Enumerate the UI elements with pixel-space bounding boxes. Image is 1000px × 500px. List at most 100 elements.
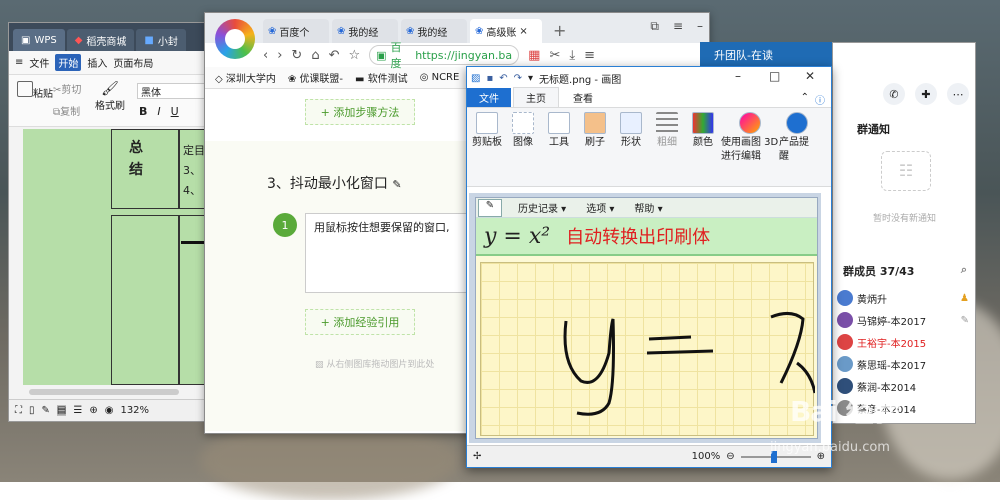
eye-icon[interactable]: ◉: [105, 405, 114, 416]
redo-icon[interactable]: ↷: [514, 73, 522, 84]
download-icon[interactable]: ⤓: [569, 48, 575, 63]
more-icon[interactable]: ≡: [584, 48, 595, 63]
hamburger-icon[interactable]: ≡: [15, 57, 23, 68]
page-view-icon[interactable]: ▤: [56, 405, 67, 416]
size-tool[interactable]: 粗细: [649, 112, 685, 182]
close-icon[interactable]: ✕: [805, 69, 815, 83]
quick-access-dropdown-icon[interactable]: ▾: [528, 73, 533, 84]
browser-tab[interactable]: ❀ 百度个: [263, 19, 329, 43]
history-menu[interactable]: 历史记录 ▾: [518, 200, 566, 215]
tools-tool[interactable]: 工具: [541, 112, 577, 182]
avatar: [837, 356, 853, 372]
read-mode-icon[interactable]: ▯: [29, 405, 35, 416]
fullscreen-icon[interactable]: ⛶: [15, 405, 22, 416]
tab-label: 我的经: [417, 27, 448, 39]
add-step-button[interactable]: + 添加步骤方法: [305, 99, 415, 125]
help-menu[interactable]: 帮助 ▾: [634, 200, 662, 215]
bookmark-item[interactable]: ❀ 优课联盟-: [288, 70, 343, 85]
add-chat-icon[interactable]: ✚: [915, 83, 937, 105]
collapse-ribbon-icon[interactable]: ⌃: [801, 92, 809, 107]
member-row[interactable]: 蔡思瑶-本2017: [833, 353, 977, 375]
tool-label: 形状: [621, 137, 641, 148]
step-text-input[interactable]: 用鼠标按住想要保留的窗口,: [305, 213, 475, 293]
back-icon[interactable]: ‹: [263, 48, 268, 63]
reload-icon[interactable]: ↻: [291, 48, 302, 63]
table-cell: [111, 215, 179, 385]
star-icon[interactable]: ☆: [348, 48, 360, 63]
add-reference-button[interactable]: + 添加经验引用: [305, 309, 415, 335]
doc-line: 4、: [183, 184, 201, 197]
outline-icon[interactable]: ☰: [73, 405, 82, 416]
wps-tab-doc[interactable]: ■ 小封: [136, 29, 186, 51]
maximize-icon[interactable]: □: [769, 69, 780, 83]
brushes-tool[interactable]: 刷子: [577, 112, 613, 182]
zoom-level[interactable]: 132%: [120, 405, 149, 416]
menu-start[interactable]: 开始: [55, 54, 82, 71]
member-row[interactable]: 王裕宇-本2015: [833, 331, 977, 353]
restore-icon[interactable]: ⧉: [650, 19, 659, 34]
product-alert-button[interactable]: 产品提醒: [779, 112, 815, 182]
zoom-slider[interactable]: [740, 450, 811, 463]
clipboard-tool[interactable]: 剪贴板: [469, 112, 505, 182]
handwriting-pad[interactable]: [480, 262, 815, 436]
menu-insert[interactable]: 插入: [87, 55, 107, 70]
zoom-level: 100%: [691, 451, 721, 462]
address-bar[interactable]: ▣ 百度 https://jingyan.ba: [369, 41, 520, 70]
paste-button[interactable]: 粘贴: [17, 81, 53, 100]
shapes-tool[interactable]: 形状: [613, 112, 649, 182]
forward-icon[interactable]: ›: [277, 48, 282, 63]
colors-tool[interactable]: 颜色: [685, 112, 721, 182]
horizontal-scrollbar[interactable]: [29, 389, 179, 395]
image-tool[interactable]: 图像: [505, 112, 541, 182]
info-icon: [786, 112, 808, 134]
web-view-icon[interactable]: ⊕: [89, 405, 97, 416]
format-painter-button[interactable]: 🖌 格式刷: [95, 81, 125, 112]
tab-view[interactable]: 查看: [561, 88, 605, 107]
browser-tab[interactable]: ❀ 我的经: [332, 19, 398, 43]
search-icon[interactable]: ⌕: [961, 263, 967, 279]
edit-icon[interactable]: ✎: [961, 315, 969, 326]
underline-button[interactable]: U: [171, 105, 179, 118]
menu-icon[interactable]: ≡: [673, 19, 683, 34]
member-row[interactable]: 马锦婷-本2017 ✎: [833, 309, 977, 331]
copy-button[interactable]: ⧉复制: [53, 103, 80, 118]
apps-icon[interactable]: ▦: [528, 48, 540, 63]
browser-logo-icon[interactable]: [215, 19, 255, 59]
cut-button[interactable]: ✂剪切: [53, 81, 81, 96]
minimize-icon[interactable]: –: [735, 69, 741, 83]
paint3d-button[interactable]: 使用画图 3D 进行编辑: [721, 112, 779, 182]
wps-document-page[interactable]: 总结 定目 3、 4、: [23, 129, 219, 385]
bookmark-item[interactable]: ◎ NCRE: [420, 72, 460, 83]
paint-canvas-area[interactable]: 历史记录 ▾ 选项 ▾ 帮助 ▾ ✎ y = x² 自动转换出印刷体: [469, 193, 821, 443]
undo-icon[interactable]: ↶: [499, 73, 507, 84]
new-tab-button[interactable]: +: [545, 21, 574, 43]
tab-home[interactable]: 主页: [513, 87, 559, 107]
math-input-icon[interactable]: ✎: [478, 199, 502, 217]
phone-icon[interactable]: ✆: [883, 83, 905, 105]
close-icon[interactable]: ×: [519, 26, 527, 37]
options-menu[interactable]: 选项 ▾: [586, 200, 614, 215]
home-icon[interactable]: ⌂: [311, 48, 319, 63]
tool-label: 工具: [549, 137, 569, 148]
help-icon[interactable]: ⓘ: [815, 92, 825, 107]
wps-tab-store[interactable]: ◆ 稻壳商城: [66, 29, 135, 51]
bookmark-item[interactable]: ▬ 软件测试: [355, 70, 408, 85]
wps-tab-home[interactable]: ▣ WPS: [13, 29, 65, 51]
browser-tab-active[interactable]: ❀ 高级账 ×: [470, 19, 542, 43]
bookmark-item[interactable]: ◇ 深圳大学内: [215, 70, 276, 85]
menu-layout[interactable]: 页面布局: [113, 55, 153, 70]
member-row[interactable]: 黄炳升 ♟: [833, 287, 977, 309]
save-icon[interactable]: ▪: [486, 73, 493, 84]
zoom-out-icon[interactable]: ⊖: [726, 451, 734, 462]
secure-label: 百度: [390, 41, 402, 70]
undo-icon[interactable]: ↶: [329, 48, 340, 63]
bold-button[interactable]: B: [139, 105, 147, 118]
more-icon[interactable]: ⋯: [947, 83, 969, 105]
edit-pencil-icon[interactable]: ✎: [392, 178, 401, 191]
tab-file[interactable]: 文件: [467, 88, 511, 107]
scissors-icon[interactable]: ✂: [549, 48, 560, 63]
edit-mode-icon[interactable]: ✎: [42, 405, 50, 416]
menu-file[interactable]: 文件: [29, 55, 49, 70]
italic-button[interactable]: I: [157, 105, 160, 118]
minimize-icon[interactable]: –: [697, 19, 703, 34]
